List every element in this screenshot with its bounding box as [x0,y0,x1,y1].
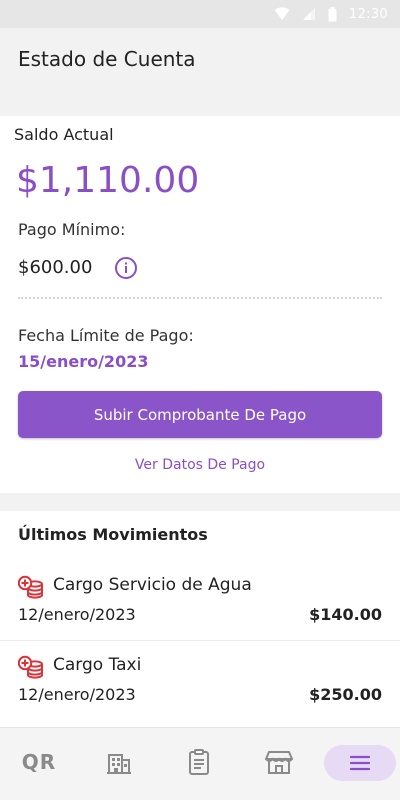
balance-card: Saldo Actual $1,110.00 Pago Mínimo: $600… [0,116,400,493]
minimum-payment-label: Pago Mínimo: [18,220,126,239]
clipboard-icon [189,749,209,775]
movement-name: Cargo Taxi [53,655,142,675]
bottom-navigation: QR [0,727,400,800]
menu-icon [349,755,371,771]
due-date-value: 15/enero/2023 [18,352,149,371]
movement-amount: $250.00 [309,685,382,704]
building-icon [107,754,131,774]
nav-qr[interactable]: QR [14,744,64,780]
movement-name: Cargo Servicio de Agua [53,575,252,595]
signal-icon [303,8,316,20]
nav-store[interactable] [254,744,304,780]
wifi-icon [274,7,290,20]
nav-menu[interactable] [324,745,396,781]
qr-icon: QR [21,750,57,774]
info-icon[interactable] [114,256,138,280]
store-icon [265,751,293,774]
movement-date: 12/enero/2023 [18,685,136,704]
page-title: Estado de Cuenta [18,47,196,71]
divider [18,297,382,299]
movements-card: Últimos Movimientos Cargo Servicio de Ag… [0,511,400,727]
current-balance-label: Saldo Actual [14,125,114,144]
status-time: 12:30 [349,6,388,22]
minimum-payment-amount: $600.00 [18,257,93,278]
status-bar: 12:30 [0,0,400,28]
coins-add-icon [18,575,43,599]
battery-icon [328,6,337,21]
movement-item[interactable]: Cargo Servicio de Agua 12/enero/2023 $14… [0,561,400,641]
view-payment-details-link[interactable]: Ver Datos De Pago [0,457,400,473]
movement-amount: $140.00 [309,605,382,624]
nav-clipboard[interactable] [174,744,224,780]
movements-title: Últimos Movimientos [18,525,208,544]
due-date-label: Fecha Límite de Pago: [18,326,194,345]
app-bar: Estado de Cuenta [0,28,400,90]
upload-receipt-button[interactable]: Subir Comprobante De Pago [18,391,382,438]
coins-add-icon [18,655,43,679]
movement-item[interactable]: Cargo Taxi 12/enero/2023 $250.00 [0,641,400,721]
current-balance-amount: $1,110.00 [16,160,200,201]
nav-building[interactable] [94,744,144,780]
movement-date: 12/enero/2023 [18,605,136,624]
